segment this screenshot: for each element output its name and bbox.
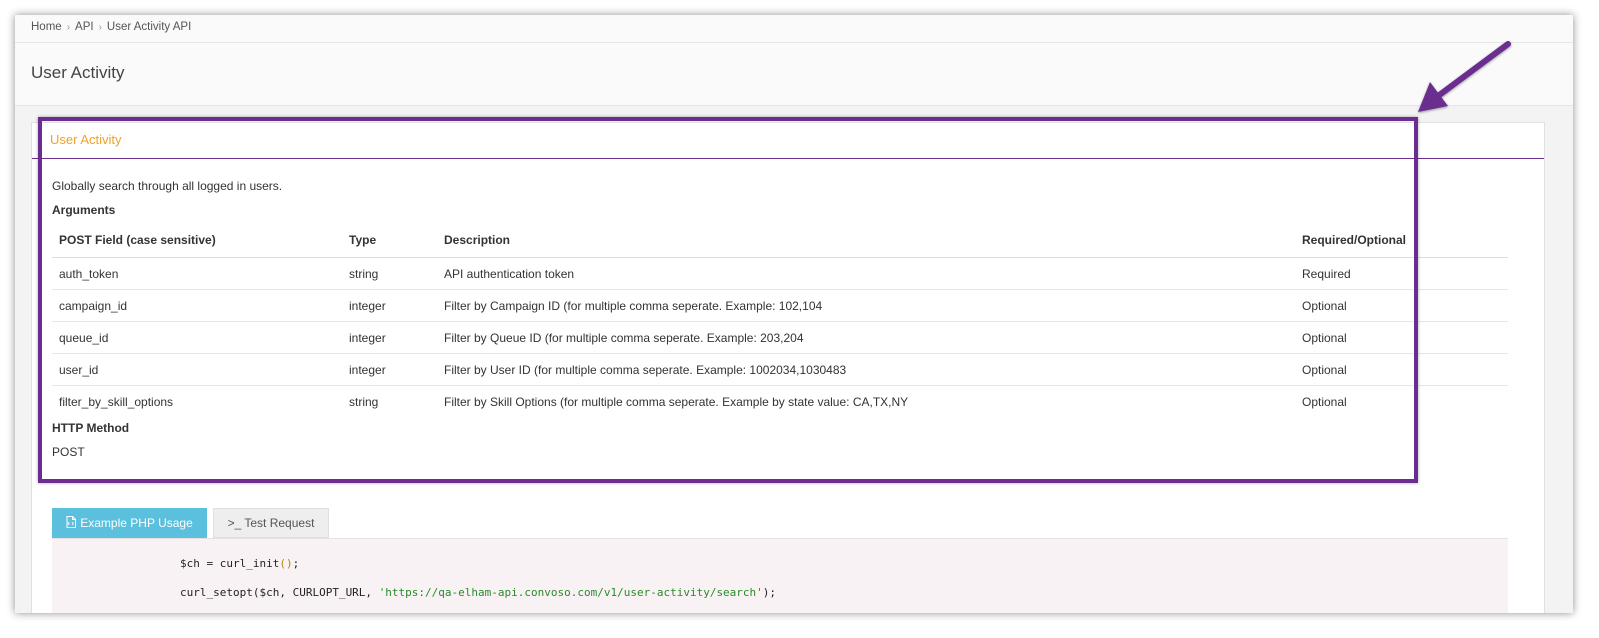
- breadcrumb-separator-icon: ›: [66, 21, 71, 33]
- cell-type: integer: [342, 353, 437, 386]
- code-line: $ch = curl_init();: [180, 557, 299, 570]
- http-method-value: POST: [52, 445, 85, 459]
- breadcrumb-api-link[interactable]: API: [75, 21, 94, 33]
- cell-required: Optional: [1295, 289, 1508, 322]
- table-row: queue_id integer Filter by Queue ID (for…: [52, 321, 1508, 354]
- cell-type: integer: [342, 321, 437, 354]
- cell-type: string: [349, 394, 379, 409]
- breadcrumb-separator-icon: ›: [98, 21, 102, 33]
- file-code-icon: [66, 515, 77, 531]
- arguments-table: POST Field (case sensitive) Type Descrip…: [52, 223, 1508, 417]
- breadcrumb-current: User Activity API: [106, 21, 192, 33]
- column-header-required: Required/Optional: [1295, 223, 1508, 258]
- cell-field: auth_token: [52, 257, 342, 290]
- tab-example-php-usage[interactable]: Example PHP Usage: [52, 508, 207, 538]
- http-method-heading: HTTP Method: [52, 421, 130, 435]
- panel-title: User Activity: [50, 132, 122, 147]
- code-line1-end: ;: [292, 557, 300, 570]
- cell-required: Required: [1295, 257, 1508, 290]
- table-row: campaign_id integer Filter by Campaign I…: [52, 289, 1508, 322]
- table-header-row: POST Field (case sensitive) Type Descrip…: [52, 223, 1508, 258]
- column-header-type: Type: [342, 223, 437, 258]
- cell-required: Optional: [1302, 394, 1347, 409]
- cell-description: Filter by User ID (for multiple comma se…: [437, 353, 1295, 386]
- arguments-heading: Arguments: [52, 203, 116, 217]
- cell-type: integer: [342, 289, 437, 322]
- column-header-field: POST Field (case sensitive): [52, 223, 342, 258]
- cell-field: queue_id: [52, 321, 342, 354]
- code-line1-text: $ch = curl_init: [180, 557, 280, 570]
- cell-required: Optional: [1295, 321, 1508, 354]
- app-window: Home › API › User Activity API User Acti…: [15, 15, 1573, 613]
- code-line: curl_setopt($ch, CURLOPT_URL, 'https://q…: [180, 586, 776, 599]
- table-row: user_id integer Filter by User ID (for m…: [52, 353, 1508, 386]
- code-line2-text: curl_setopt($ch, CURLOPT_URL,: [180, 586, 379, 599]
- cell-type: string: [342, 257, 437, 290]
- panel-intro: Globally search through all logged in us…: [52, 179, 283, 193]
- cell-description: Filter by Skill Options (for multiple co…: [444, 394, 909, 409]
- page-title: User Activity: [31, 63, 125, 82]
- column-header-description: Description: [437, 223, 1295, 258]
- breadcrumb: Home › API › User Activity API: [31, 21, 191, 33]
- code-url-string: 'https://qa-elham-api.convoso.com/v1/use…: [378, 586, 763, 599]
- cell-description: Filter by Queue ID (for multiple comma s…: [437, 321, 1295, 354]
- panel-heading: User Activity: [32, 123, 1544, 159]
- table-row: auth_token string API authentication tok…: [52, 257, 1508, 290]
- cell-field: campaign_id: [52, 289, 342, 322]
- api-panel: User Activity Globally search through al…: [31, 122, 1545, 613]
- cell-field: user_id: [52, 353, 342, 386]
- table-row: filter_by_skill_options string Filter by…: [52, 386, 1508, 418]
- code-line2-end: );: [762, 586, 777, 599]
- cell-field: filter_by_skill_options: [59, 394, 174, 409]
- cell-description: Filter by Campaign ID (for multiple comm…: [437, 289, 1295, 322]
- breadcrumb-home-link[interactable]: Home: [31, 21, 62, 33]
- tab-example-label: Example PHP Usage: [80, 516, 193, 530]
- tab-test-label: >_ Test Request: [227, 516, 315, 530]
- code-block: $ch = curl_init(); curl_setopt($ch, CURL…: [52, 538, 1508, 613]
- code-tabs: Example PHP Usage >_ Test Request: [52, 508, 329, 538]
- code-line1-parens: (): [279, 557, 293, 570]
- cell-description: API authentication token: [437, 257, 1295, 290]
- tab-test-request[interactable]: >_ Test Request: [213, 508, 329, 538]
- breadcrumb-divider: [15, 42, 1573, 43]
- cell-required: Optional: [1295, 353, 1508, 386]
